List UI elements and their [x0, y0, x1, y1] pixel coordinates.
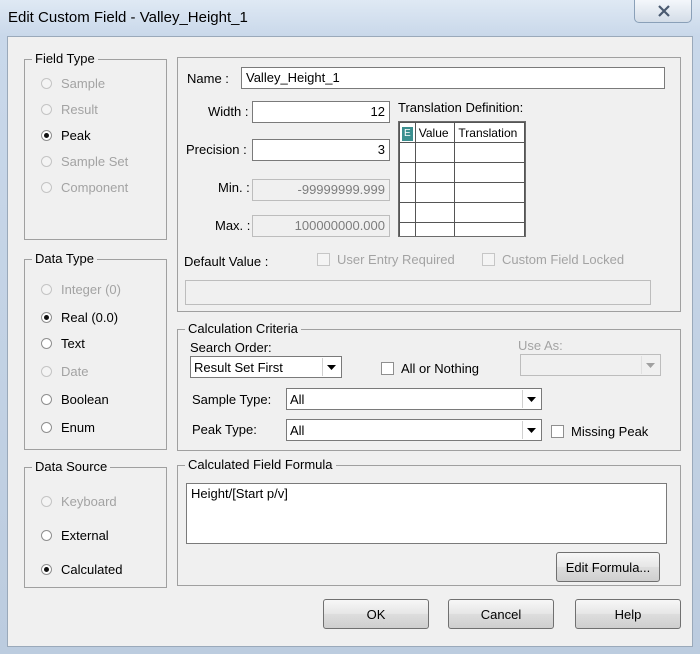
table-row[interactable]: [399, 182, 525, 203]
name-input[interactable]: Valley_Height_1: [241, 67, 665, 89]
precision-label: Precision :: [186, 142, 247, 157]
cancel-button[interactable]: Cancel: [448, 599, 554, 629]
dropdown-arrow-icon: [641, 356, 659, 374]
radio-dot: [41, 529, 52, 541]
width-input[interactable]: 12: [252, 101, 390, 123]
data-source-label: Data Source: [32, 459, 111, 474]
dropdown-arrow-icon: [322, 358, 340, 376]
calculation-criteria-label: Calculation Criteria: [185, 321, 301, 336]
radio-external[interactable]: External: [41, 527, 109, 543]
radio-integer[interactable]: Integer (0): [41, 281, 121, 297]
radio-keyboard[interactable]: Keyboard: [41, 493, 117, 509]
title-bar[interactable]: Edit Custom Field - Valley_Height_1: [0, 0, 700, 36]
radio-peak[interactable]: Peak: [41, 127, 91, 143]
radio-dot: [41, 365, 52, 377]
use-as-select[interactable]: [520, 354, 661, 376]
search-order-label: Search Order:: [190, 340, 272, 355]
width-label: Width :: [208, 104, 249, 119]
checkbox-box: [381, 361, 394, 375]
table-row[interactable]: [399, 202, 525, 223]
help-button[interactable]: Help: [575, 599, 681, 629]
radio-dot: [41, 155, 52, 167]
col-header-translation[interactable]: Translation: [454, 122, 525, 143]
max-label: Max. :: [215, 218, 251, 233]
data-type-group: Data Type Integer (0) Real (0.0) Text Da…: [24, 251, 167, 450]
min-input[interactable]: -99999999.999: [252, 179, 390, 201]
radio-date[interactable]: Date: [41, 363, 88, 379]
radio-sample[interactable]: Sample: [41, 75, 105, 91]
formula-textarea[interactable]: Height/[Start p/v]: [186, 483, 667, 544]
data-source-group: Data Source Keyboard External Calculated: [24, 459, 167, 588]
edit-formula-button[interactable]: Edit Formula...: [556, 552, 660, 582]
precision-input[interactable]: 3: [252, 139, 390, 161]
dialog-client: Field Type Sample Result Peak Sample Set…: [7, 36, 693, 647]
checkbox-box: [317, 252, 330, 266]
grid-corner-icon: E: [401, 126, 413, 141]
close-icon: [658, 5, 670, 17]
field-type-label: Field Type: [32, 51, 98, 66]
radio-dot: [41, 337, 52, 349]
radio-dot: [41, 181, 52, 193]
radio-dot: [41, 103, 52, 115]
radio-dot-selected: [41, 563, 52, 575]
sample-type-label: Sample Type:: [192, 392, 272, 407]
ok-button[interactable]: OK: [323, 599, 429, 629]
peak-type-select[interactable]: All: [286, 419, 542, 441]
window-title: Edit Custom Field - Valley_Height_1: [8, 9, 248, 26]
radio-dot-selected: [41, 311, 52, 323]
peak-type-label: Peak Type:: [192, 422, 257, 437]
radio-dot: [41, 393, 52, 405]
grid-corner: E: [399, 122, 416, 143]
field-type-group: Field Type Sample Result Peak Sample Set…: [24, 51, 167, 240]
custom-field-locked-checkbox[interactable]: Custom Field Locked: [482, 251, 624, 267]
radio-dot: [41, 495, 52, 507]
radio-boolean[interactable]: Boolean: [41, 391, 109, 407]
missing-peak-checkbox[interactable]: Missing Peak: [551, 423, 648, 439]
use-as-label: Use As:: [518, 338, 563, 353]
formula-label: Calculated Field Formula: [185, 457, 336, 472]
radio-component[interactable]: Component: [41, 179, 128, 195]
dropdown-arrow-icon: [522, 390, 540, 408]
radio-dot-selected: [41, 129, 52, 141]
radio-dot: [41, 421, 52, 433]
radio-sample-set[interactable]: Sample Set: [41, 153, 128, 169]
translation-label: Translation Definition:: [398, 100, 524, 115]
radio-enum[interactable]: Enum: [41, 419, 95, 435]
radio-calculated[interactable]: Calculated: [41, 561, 122, 577]
checkbox-box: [551, 424, 564, 438]
radio-real[interactable]: Real (0.0): [41, 309, 118, 325]
radio-dot: [41, 283, 52, 295]
default-value-label: Default Value :: [184, 254, 269, 269]
table-row[interactable]: [399, 162, 525, 183]
sample-type-select[interactable]: All: [286, 388, 542, 410]
checkbox-box: [482, 252, 495, 266]
data-type-label: Data Type: [32, 251, 98, 266]
col-header-value[interactable]: Value: [414, 122, 456, 143]
table-row[interactable]: [399, 142, 525, 163]
close-button[interactable]: [634, 0, 692, 23]
max-input[interactable]: 100000000.000: [252, 215, 390, 237]
translation-grid[interactable]: E Value Translation: [398, 121, 526, 237]
radio-result[interactable]: Result: [41, 101, 98, 117]
table-row[interactable]: [399, 222, 525, 236]
default-value-input[interactable]: [185, 280, 651, 305]
radio-dot: [41, 77, 52, 89]
min-label: Min. :: [218, 180, 250, 195]
grid-header-row: E Value Translation: [399, 122, 525, 143]
dropdown-arrow-icon: [522, 421, 540, 439]
radio-text[interactable]: Text: [41, 335, 85, 351]
user-entry-required-checkbox[interactable]: User Entry Required: [317, 251, 455, 267]
all-or-nothing-checkbox[interactable]: All or Nothing: [381, 360, 479, 376]
name-label: Name :: [187, 71, 229, 86]
search-order-select[interactable]: Result Set First: [190, 356, 342, 378]
dialog-window: Edit Custom Field - Valley_Height_1 Fiel…: [0, 0, 700, 654]
